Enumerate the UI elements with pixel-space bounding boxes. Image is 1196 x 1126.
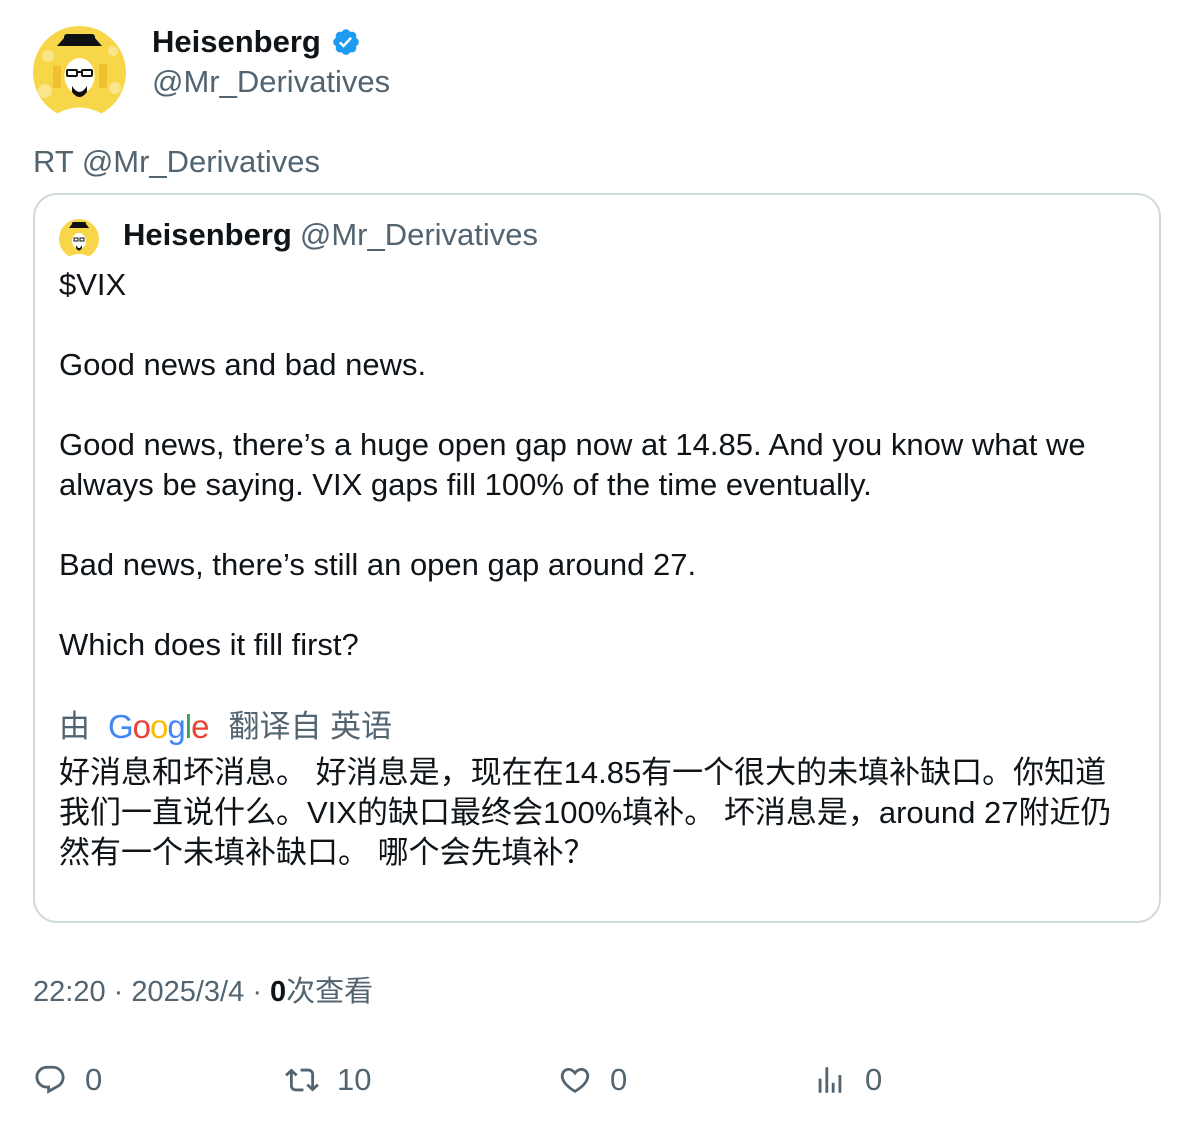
tweet-paragraph: Good news and bad news.: [59, 347, 427, 382]
author-display-name[interactable]: Heisenberg: [152, 22, 361, 62]
author-handle[interactable]: @Mr_Derivatives: [152, 62, 390, 102]
tweet-date[interactable]: 2025/3/4: [131, 976, 244, 1008]
translation-suffix: 翻译自 英语: [228, 709, 393, 744]
quoted-author-avatar[interactable]: [59, 219, 99, 259]
reply-icon: [35, 1065, 65, 1094]
views-count: 0: [270, 976, 287, 1008]
quoted-tweet-text: $VIX Good news and bad news. Good news, …: [59, 265, 1139, 665]
retweet-text: RT @Mr_Derivatives: [33, 144, 320, 179]
heisenberg-avatar-small-icon: [59, 219, 99, 259]
tweet-paragraph[interactable]: $VIX: [59, 265, 1139, 305]
translated-text: 好消息和坏消息。 好消息是，现在在14.85有一个很大的未填补缺口。你知道我们一…: [59, 755, 1112, 870]
verified-badge-icon: [331, 27, 361, 57]
analytics-icon: [818, 1067, 842, 1093]
retweet-button[interactable]: 10: [285, 1058, 371, 1102]
heart-icon: [560, 1067, 590, 1093]
reply-count: 0: [85, 1062, 103, 1097]
translation-prefix: 由: [59, 709, 90, 744]
like-count: 0: [610, 1062, 628, 1097]
heisenberg-avatar-icon: [33, 26, 126, 119]
reply-button[interactable]: 0: [33, 1058, 102, 1102]
author-avatar[interactable]: [33, 26, 126, 119]
views-button[interactable]: 0: [813, 1058, 882, 1102]
retweet-count: 10: [337, 1062, 372, 1097]
quoted-tweet-header: Heisenberg @Mr_Derivatives: [123, 215, 538, 255]
tweet-paragraph: Bad news, there’s still an open gap arou…: [59, 547, 697, 582]
tweet-time[interactable]: 22:20: [33, 976, 106, 1008]
views-action-count: 0: [865, 1062, 883, 1097]
quoted-author-name[interactable]: Heisenberg: [123, 217, 292, 252]
translation-attribution: 由 Google 翻译自 英语: [59, 705, 392, 749]
action-bar: 0 10 0 0: [33, 1058, 1163, 1102]
google-logo[interactable]: Google: [108, 705, 209, 749]
quoted-author-handle[interactable]: @Mr_Derivatives: [300, 217, 538, 252]
tweet-meta: 22:20 · 2025/3/4 · 0次查看: [33, 976, 374, 1008]
tweet-paragraph: Which does it fill first?: [59, 627, 359, 662]
tweet-paragraph: Good news, there’s a huge open gap now a…: [59, 427, 1086, 502]
views-label: 次查看: [286, 976, 374, 1008]
retweet-icon: [285, 1068, 319, 1092]
quoted-tweet-card[interactable]: Heisenberg @Mr_Derivatives $VIX Good news…: [33, 193, 1161, 923]
like-button[interactable]: 0: [558, 1058, 627, 1102]
author-name-text[interactable]: Heisenberg: [152, 22, 321, 62]
